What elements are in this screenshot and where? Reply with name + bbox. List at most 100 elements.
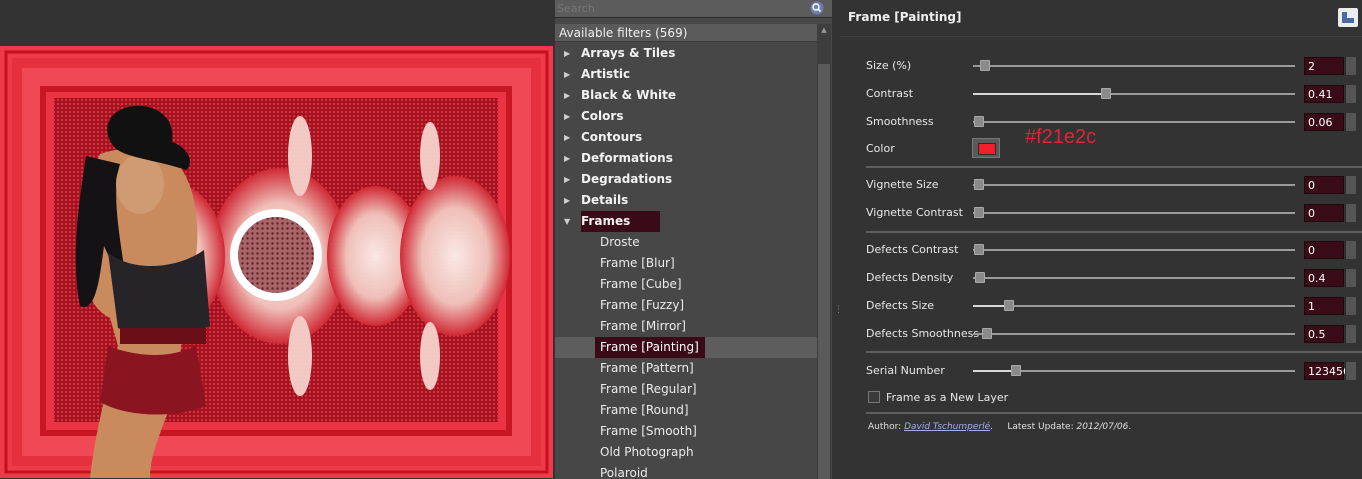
value-field[interactable]: 0.5 [1304, 325, 1344, 343]
spinbox-arrows[interactable] [1345, 57, 1356, 75]
slider-track[interactable] [973, 65, 1295, 67]
collapse-arrow-icon[interactable]: ▼ [564, 211, 574, 232]
spinbox-arrows[interactable] [1345, 85, 1356, 103]
slider-track[interactable] [973, 184, 1295, 186]
spinbox-arrows[interactable] [1345, 241, 1356, 259]
expand-arrow-icon[interactable]: ▶ [564, 64, 574, 85]
value-field[interactable]: 1 [1304, 297, 1344, 315]
expand-arrow-icon[interactable]: ▶ [564, 85, 574, 106]
search-input[interactable] [557, 0, 797, 16]
spinbox-arrows[interactable] [1345, 297, 1356, 315]
slider-handle[interactable] [1101, 88, 1111, 99]
expand-arrow-icon[interactable]: ▶ [564, 43, 574, 64]
expand-arrow-icon[interactable]: ▶ [564, 127, 574, 148]
slider-track[interactable] [973, 277, 1295, 279]
expand-arrow-icon[interactable]: ▶ [564, 106, 574, 127]
param-color: Color [840, 138, 1362, 160]
slider-handle[interactable] [982, 328, 992, 339]
slider-track[interactable] [973, 121, 1295, 123]
divider [866, 166, 1362, 168]
divider [866, 231, 1362, 233]
filter-item-frame-regular[interactable]: Frame [Regular] [555, 379, 817, 400]
filter-item-frame-round[interactable]: Frame [Round] [555, 400, 817, 421]
new-layer-checkbox[interactable] [868, 391, 880, 403]
spinbox-arrows[interactable] [1345, 325, 1356, 343]
scroll-up-arrow-icon[interactable]: ▲ [820, 26, 828, 34]
filter-item-droste[interactable]: Droste [555, 232, 817, 253]
expand-arrow-icon[interactable]: ▶ [564, 190, 574, 211]
slider-track[interactable] [973, 370, 1295, 372]
author-link[interactable]: David Tschumperlé [904, 422, 990, 432]
param-label: Defects Size [866, 299, 935, 312]
value-field[interactable]: 2 [1304, 57, 1344, 75]
expand-arrow-icon[interactable]: ▶ [564, 169, 574, 190]
spinbox-arrows[interactable] [1345, 362, 1356, 380]
preview-window-icon[interactable] [1338, 8, 1358, 27]
param-size: Size (%) 2 [840, 55, 1362, 77]
category-artistic[interactable]: ▶ Artistic [555, 64, 817, 85]
slider-handle[interactable] [1004, 300, 1014, 311]
category-details[interactable]: ▶ Details [555, 190, 817, 211]
category-degradations[interactable]: ▶ Degradations [555, 169, 817, 190]
filter-item-frame-mirror[interactable]: Frame [Mirror] [555, 316, 817, 337]
slider-track[interactable] [973, 333, 1295, 335]
pane-splitter[interactable]: ⋮ [832, 0, 843, 479]
update-date: 2012/07/06 [1076, 422, 1129, 432]
slider-handle[interactable] [974, 244, 984, 255]
filter-count-header: Available filters (569) [555, 24, 817, 42]
param-defects-smoothness: Defects Smoothness 0.5 [840, 323, 1362, 345]
slider-handle[interactable] [974, 179, 984, 190]
preview-image[interactable] [0, 46, 553, 478]
scrollbar-thumb[interactable] [818, 64, 830, 479]
value-field[interactable]: 0 [1304, 204, 1344, 222]
filter-item-frame-cube[interactable]: Frame [Cube] [555, 274, 817, 295]
category-colors[interactable]: ▶ Colors [555, 106, 817, 127]
filter-item-polaroid[interactable]: Polaroid [555, 463, 817, 479]
filter-label: Polaroid [600, 466, 648, 479]
slider-handle[interactable] [1011, 365, 1021, 376]
filter-item-frame-pattern[interactable]: Frame [Pattern] [555, 358, 817, 379]
category-label: Frames [581, 211, 661, 232]
spinbox-arrows[interactable] [1345, 204, 1356, 222]
category-frames[interactable]: ▼ Frames [555, 211, 817, 232]
spinbox-arrows[interactable] [1345, 176, 1356, 194]
expand-arrow-icon[interactable]: ▶ [564, 148, 574, 169]
filter-item-frame-blur[interactable]: Frame [Blur] [555, 253, 817, 274]
splitter-grip-icon[interactable]: ⋮ [834, 306, 843, 326]
search-bar [555, 0, 832, 18]
param-label: Size (%) [866, 59, 912, 72]
filter-label: Frame [Round] [600, 403, 689, 417]
tree-scrollbar[interactable]: ▲ [817, 24, 831, 479]
filter-item-frame-fuzzy[interactable]: Frame [Fuzzy] [555, 295, 817, 316]
filter-item-frame-smooth[interactable]: Frame [Smooth] [555, 421, 817, 442]
filter-item-old-photograph[interactable]: Old Photograph [555, 442, 817, 463]
author-prefix: Author: [868, 422, 902, 432]
value-field[interactable]: 123456 [1304, 362, 1350, 380]
value-field[interactable]: 0 [1304, 241, 1344, 259]
category-label: Contours [581, 130, 643, 144]
slider-handle[interactable] [974, 207, 984, 218]
spinbox-arrows[interactable] [1345, 269, 1356, 287]
filter-item-frame-painting[interactable]: Frame [Painting] [555, 337, 817, 358]
slider-handle[interactable] [980, 60, 990, 71]
value-field[interactable]: 0.06 [1304, 113, 1344, 131]
slider-handle[interactable] [974, 116, 984, 127]
category-deformations[interactable]: ▶ Deformations [555, 148, 817, 169]
new-layer-label: Frame as a New Layer [886, 391, 1009, 404]
value-field[interactable]: 0.41 [1304, 85, 1344, 103]
value-field[interactable]: 0 [1304, 176, 1344, 194]
color-hex-annotation: #f21e2c [1025, 126, 1097, 148]
category-black-white[interactable]: ▶ Black & White [555, 85, 817, 106]
spinbox-arrows[interactable] [1345, 113, 1356, 131]
slider-handle[interactable] [975, 272, 985, 283]
slider-track[interactable] [973, 249, 1295, 251]
slider-track[interactable] [973, 212, 1295, 214]
value-field[interactable]: 0.4 [1304, 269, 1344, 287]
color-picker-button[interactable] [972, 138, 1000, 158]
slider-track[interactable] [973, 305, 1295, 307]
category-arrays-tiles[interactable]: ▶ Arrays & Tiles [555, 43, 817, 64]
search-icon[interactable] [810, 1, 824, 15]
param-label: Vignette Size [866, 178, 939, 191]
param-label: Defects Contrast [866, 243, 959, 256]
category-contours[interactable]: ▶ Contours [555, 127, 817, 148]
